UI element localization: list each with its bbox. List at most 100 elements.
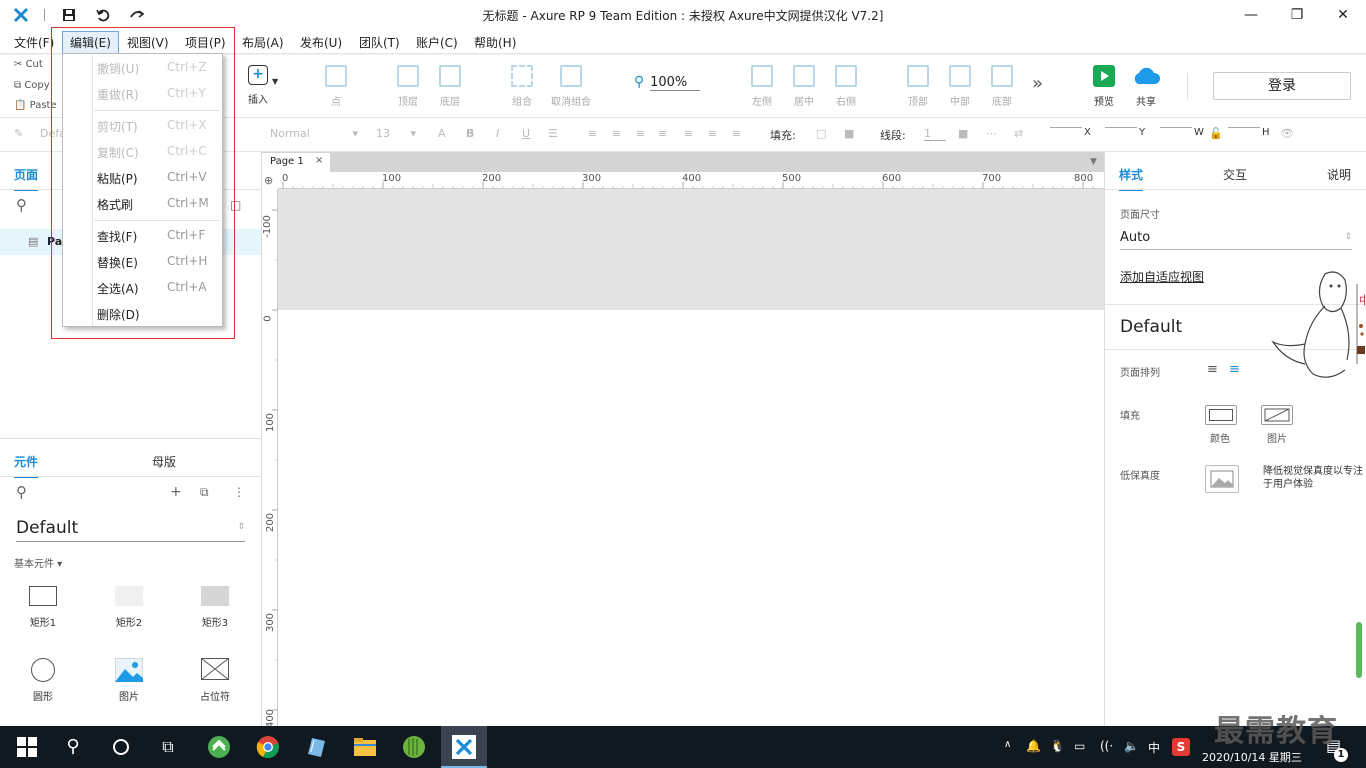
axure-task-button[interactable]: [441, 726, 487, 768]
insert-dropdown-icon[interactable]: ▼: [272, 77, 278, 86]
menu-account[interactable]: 账户(C): [416, 34, 458, 51]
tab-style[interactable]: 样式: [1119, 166, 1144, 191]
widget-rect2[interactable]: 矩形2: [99, 586, 159, 629]
ruler-origin-icon[interactable]: ⊕: [264, 174, 273, 187]
align-bottom-button[interactable]: 底部: [980, 65, 1024, 108]
widget-circle[interactable]: 圆形: [13, 658, 73, 703]
task-view-icon[interactable]: ⧉: [155, 734, 181, 760]
group-button[interactable]: 组合: [500, 65, 544, 108]
zoom-value[interactable]: 100%: [650, 75, 701, 91]
menu-publish[interactable]: 发布(U): [300, 34, 342, 51]
widget-rect3[interactable]: 矩形3: [185, 586, 245, 629]
tray-expand-icon[interactable]: ∧: [1004, 739, 1011, 750]
copy-button[interactable]: ⧉ Copy: [14, 80, 50, 91]
fill-image-swatch[interactable]: [1261, 405, 1293, 425]
w-input[interactable]: [1160, 127, 1192, 128]
menu-file[interactable]: 文件(F): [14, 34, 54, 51]
widget-image[interactable]: 图片: [99, 657, 159, 703]
notes-app-icon[interactable]: [303, 734, 329, 760]
tab-interaction[interactable]: 交互: [1223, 166, 1247, 183]
widget-placeholder[interactable]: 占位符: [185, 658, 245, 703]
browser-360-icon[interactable]: [206, 734, 232, 760]
bold-icon[interactable]: B: [466, 127, 474, 140]
more-options-icon[interactable]: ⋮: [233, 485, 245, 499]
page-tab[interactable]: Page 1 ×: [262, 153, 330, 172]
valign-top-icon[interactable]: ≡: [684, 127, 693, 140]
search-icon[interactable]: ⚲: [60, 734, 86, 760]
valign-middle-icon[interactable]: ≡: [708, 127, 717, 140]
font-size-select[interactable]: 13 ▾: [376, 127, 416, 140]
valign-bottom-icon[interactable]: ≡: [732, 127, 741, 140]
format-painter-icon[interactable]: ✎: [14, 127, 23, 140]
lock-ratio-icon[interactable]: 🔓: [1209, 127, 1223, 140]
align-center-button[interactable]: 居中: [782, 65, 826, 108]
login-button[interactable]: 登录: [1213, 72, 1351, 100]
fill-color-swatch[interactable]: [1205, 405, 1237, 425]
arrow-style-icon[interactable]: ⇄: [1014, 127, 1023, 140]
share-button[interactable]: 共享: [1124, 65, 1168, 108]
text-align-center-icon[interactable]: ≡: [612, 127, 621, 140]
stroke-color-icon[interactable]: ■: [958, 127, 968, 140]
tab-notes[interactable]: 说明: [1327, 166, 1351, 183]
page-align-left-icon[interactable]: ≡: [1207, 362, 1218, 377]
zoom-control[interactable]: ⚲ 100%: [634, 74, 701, 91]
menu-team[interactable]: 团队(T): [359, 34, 400, 51]
wifi-icon[interactable]: ((·: [1100, 739, 1113, 753]
chrome-icon[interactable]: [255, 734, 281, 760]
visibility-icon[interactable]: 👁: [1280, 127, 1294, 140]
bullet-list-icon[interactable]: ☰: [548, 127, 558, 140]
ime-indicator[interactable]: 中: [1148, 739, 1160, 756]
windows-start-icon[interactable]: [14, 734, 40, 760]
tab-list-dropdown-icon[interactable]: ▼: [1090, 157, 1097, 167]
align-top-button[interactable]: 顶部: [896, 65, 940, 108]
tab-components[interactable]: 元件: [14, 453, 39, 478]
text-align-right-icon[interactable]: ≡: [636, 127, 645, 140]
align-middle-button[interactable]: 中部: [938, 65, 982, 108]
add-adaptive-view-link[interactable]: 添加自适应视图: [1120, 268, 1204, 285]
more-tools-icon[interactable]: »: [1032, 73, 1043, 94]
text-align-left-icon[interactable]: ≡: [588, 127, 597, 140]
close-button[interactable]: ✕: [1320, 0, 1366, 30]
add-library-icon[interactable]: +: [170, 484, 182, 500]
x-input[interactable]: [1050, 127, 1082, 128]
search-pages-icon[interactable]: ⚲: [16, 196, 27, 214]
shadow-icon[interactable]: ■: [844, 127, 854, 140]
category-basic[interactable]: 基本元件 ▾: [14, 555, 62, 570]
library-copy-icon[interactable]: ⧉: [200, 485, 209, 500]
font-select[interactable]: Normal ▾: [270, 127, 358, 140]
green-scroll-indicator[interactable]: [1356, 622, 1362, 678]
low-fidelity-toggle[interactable]: [1205, 465, 1239, 493]
library-select[interactable]: Default ⇕: [16, 518, 245, 542]
search-components-icon[interactable]: ⚲: [16, 483, 27, 501]
align-right-button[interactable]: 右侧: [824, 65, 868, 108]
cortana-icon[interactable]: [108, 734, 134, 760]
y-input[interactable]: [1105, 127, 1137, 128]
menu-help[interactable]: 帮助(H): [474, 34, 516, 51]
notification-bell-icon[interactable]: 🔔: [1026, 739, 1041, 753]
align-left-button[interactable]: 左侧: [740, 65, 784, 108]
qq-icon[interactable]: 🐧: [1050, 739, 1065, 753]
stroke-pattern-icon[interactable]: ⋯: [986, 127, 997, 140]
menu-layout[interactable]: 布局(A): [242, 34, 284, 51]
sogou-input-icon[interactable]: S: [1172, 738, 1190, 756]
widget-rect1[interactable]: 矩形1: [13, 586, 73, 629]
page-size-select[interactable]: Auto ⇕: [1120, 230, 1352, 250]
bring-top-button[interactable]: 顶层: [386, 65, 430, 108]
taskbar-date[interactable]: 2020/10/14 星期三: [1202, 749, 1302, 765]
underline-icon[interactable]: U: [522, 127, 530, 140]
cut-button[interactable]: ✂ Cut: [14, 59, 43, 70]
minimize-button[interactable]: —: [1228, 0, 1274, 30]
fill-color-icon[interactable]: □: [816, 127, 826, 140]
h-input[interactable]: [1228, 127, 1260, 128]
green-app-icon[interactable]: [401, 734, 427, 760]
file-explorer-icon[interactable]: [352, 734, 378, 760]
page-tab-close-icon[interactable]: ×: [315, 155, 323, 166]
battery-icon[interactable]: ▭: [1074, 739, 1085, 753]
text-justify-icon[interactable]: ≡: [658, 127, 667, 140]
point-button[interactable]: 点: [314, 65, 358, 108]
font-color-icon[interactable]: A: [438, 127, 446, 140]
send-bottom-button[interactable]: 底层: [428, 65, 472, 108]
preview-button[interactable]: 预览: [1082, 65, 1126, 108]
italic-icon[interactable]: I: [496, 127, 499, 140]
ungroup-button[interactable]: 取消组合: [549, 65, 593, 108]
